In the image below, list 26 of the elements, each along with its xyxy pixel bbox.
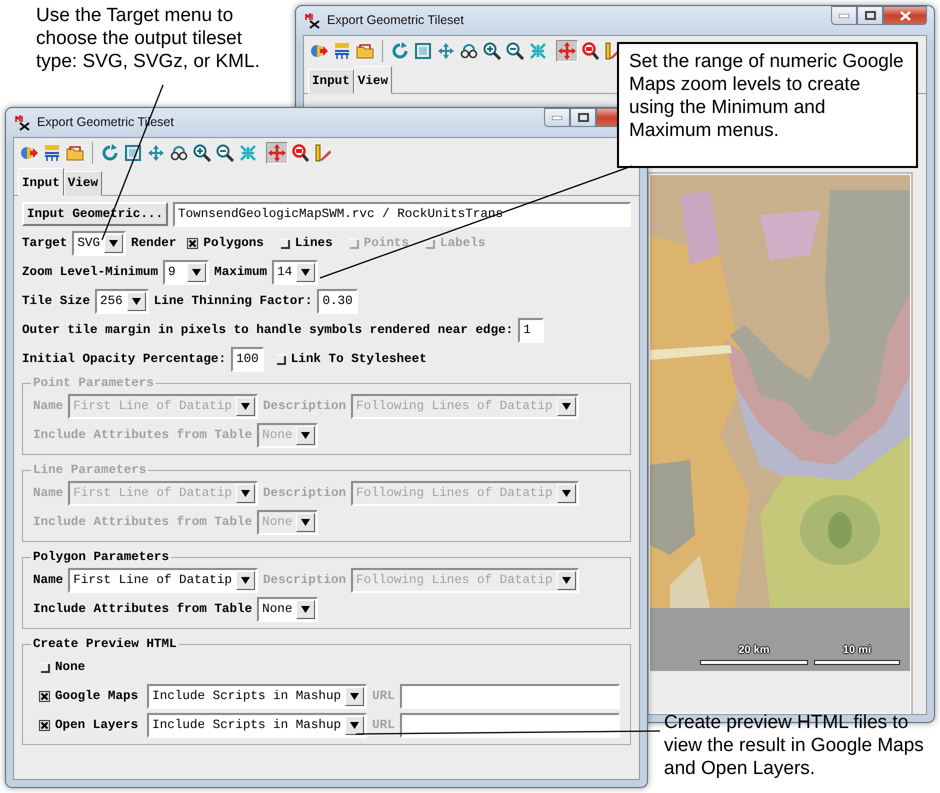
scale-label: 20 km [738, 643, 770, 658]
field-label: Outer tile margin in pixels to handle symbols rendered near edge: [22, 322, 514, 339]
group-title: Polygon Parameters [31, 548, 172, 565]
field-label: URL [372, 688, 395, 705]
field-label: Name [33, 572, 64, 589]
field-label: Include Attributes from Table [33, 514, 252, 531]
callout-text: Use the Target menu to choose the output tileset type: SVG, SVGz, or KML. [36, 4, 261, 73]
window-title: Export Geometric Tileset [327, 12, 464, 30]
field-label: Tile Size [22, 292, 90, 310]
field-label: Target [22, 234, 68, 252]
field-label: Include Attributes from Table [33, 426, 252, 444]
scale-label: 10 mi [842, 643, 872, 658]
field-label: Maximum [214, 264, 268, 281]
field-label: Description [262, 484, 346, 502]
callout-text: Create preview HTML files to view the result in Google Maps and Open Layers. [664, 711, 925, 780]
field-label: Include Attributes from Table [33, 600, 252, 618]
field-label: Description [262, 398, 346, 415]
field-label: Description [262, 572, 346, 589]
field-label: Name [33, 484, 64, 502]
field-label: Name [33, 398, 64, 415]
field-label: Initial Opacity Percentage: [22, 350, 226, 368]
field-label: Line Thinning Factor: [154, 292, 312, 310]
callout-tooltip: Set the range of numeric Google Maps zoom levels to create using the Minimum and Maximum menus. [617, 42, 918, 168]
field-label: Render [131, 234, 176, 252]
field-label: Zoom Level-Minimum [22, 264, 158, 281]
field-label: URL [372, 716, 395, 734]
